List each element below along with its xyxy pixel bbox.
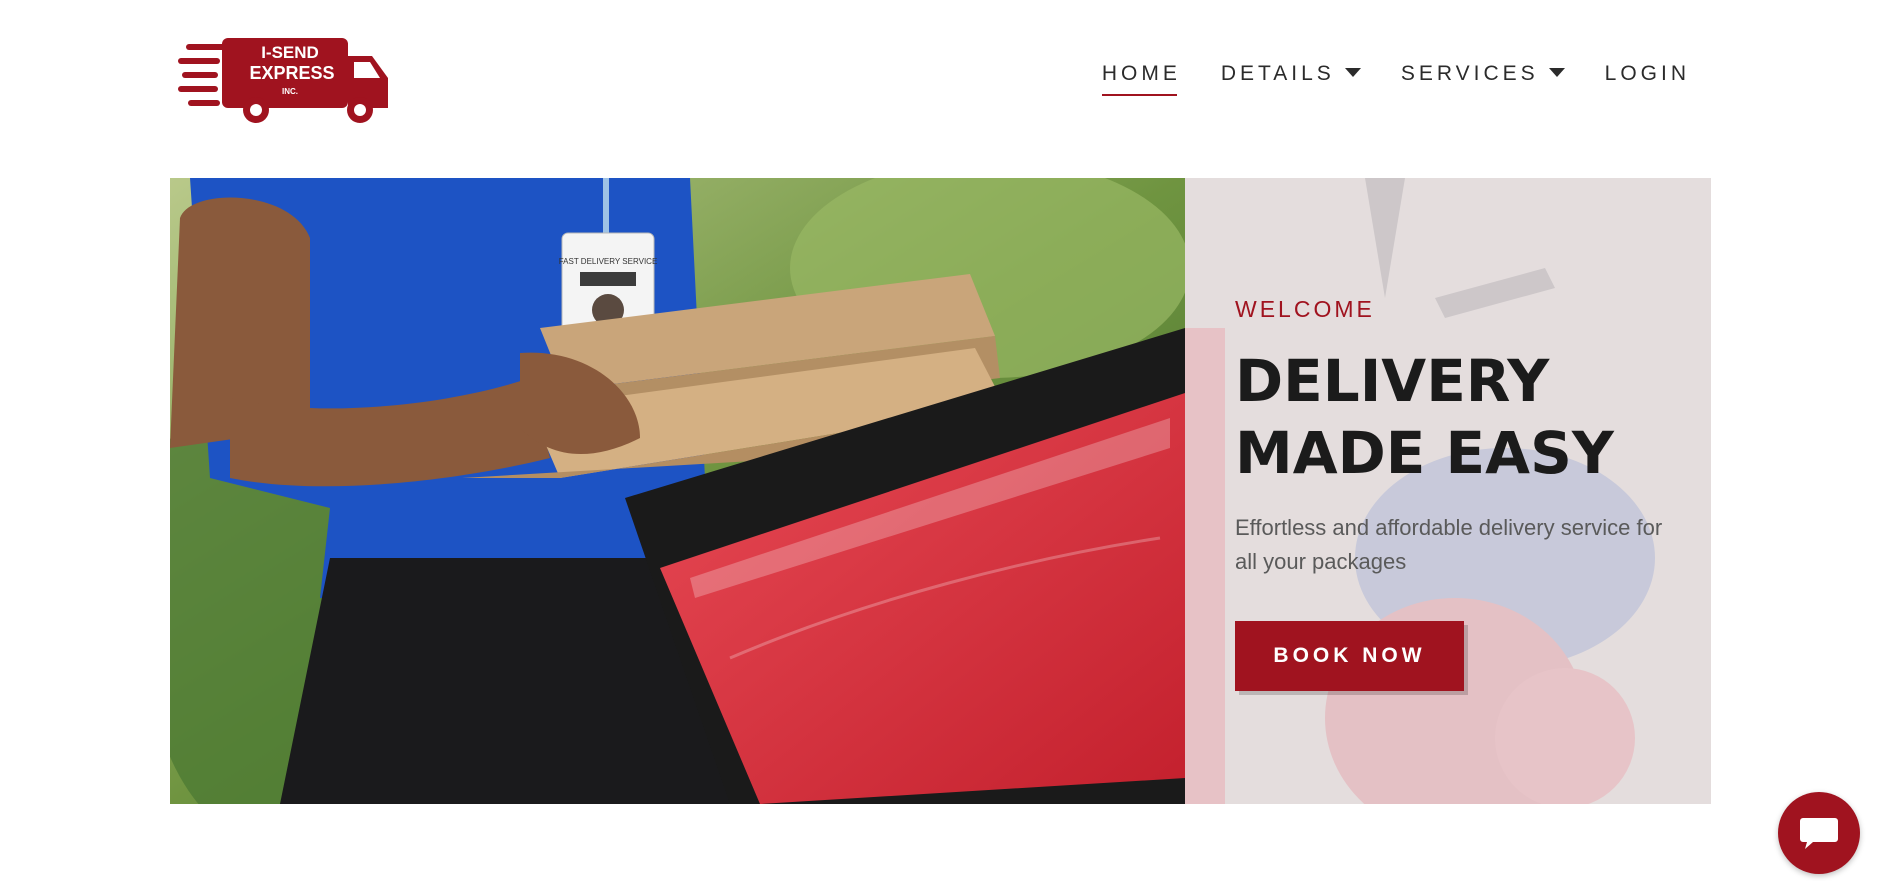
chevron-down-icon [1344, 67, 1361, 77]
book-now-button[interactable]: BOOK NOW [1235, 621, 1464, 691]
nav-item-details[interactable]: DETAILS [1221, 62, 1361, 94]
nav-item-home-label: HOME [1101, 62, 1181, 85]
hero-headline-line2: MADE EASY [1235, 419, 1614, 487]
chat-bubble-icon [1800, 818, 1838, 849]
hero-subtext: Effortless and affordable delivery servi… [1235, 515, 1663, 574]
nav-item-services-label: SERVICES [1400, 62, 1539, 85]
hero-headline-line1: DELIVERY [1235, 347, 1550, 415]
hero-image: FAST DELIVERY SERVICE [170, 178, 1185, 804]
hero-content: WELCOME DELIVERY MADE EASY Effortless an… [1235, 296, 1675, 691]
chat-button[interactable] [1778, 792, 1860, 874]
main-nav: HOME DETAILS SERVICES LOGIN [1101, 62, 1690, 96]
nav-item-login[interactable]: LOGIN [1605, 62, 1690, 94]
nav-item-services[interactable]: SERVICES [1401, 62, 1565, 94]
logo-text-line3: INC. [282, 87, 298, 96]
logo-text-line2: EXPRESS [249, 63, 334, 83]
site-logo[interactable]: I-SEND EXPRESS INC. [178, 32, 390, 124]
site-header: I-SEND EXPRESS INC. HOME DETAILS SERVICE… [0, 0, 1880, 170]
hero-section: FAST DELIVERY SERVICE WELCOME DELIVERY M… [170, 178, 1711, 804]
id-badge-text: FAST DELIVERY SERVICE [559, 257, 658, 266]
nav-item-home[interactable]: HOME [1101, 62, 1181, 96]
chevron-down-icon [1548, 67, 1565, 77]
hero-eyebrow: WELCOME [1235, 296, 1375, 322]
nav-item-details-label: DETAILS [1220, 62, 1335, 85]
hero-headline: DELIVERY MADE EASY [1235, 345, 1675, 489]
logo-text-line1: I-SEND [261, 43, 319, 62]
nav-item-login-label: LOGIN [1604, 62, 1690, 85]
